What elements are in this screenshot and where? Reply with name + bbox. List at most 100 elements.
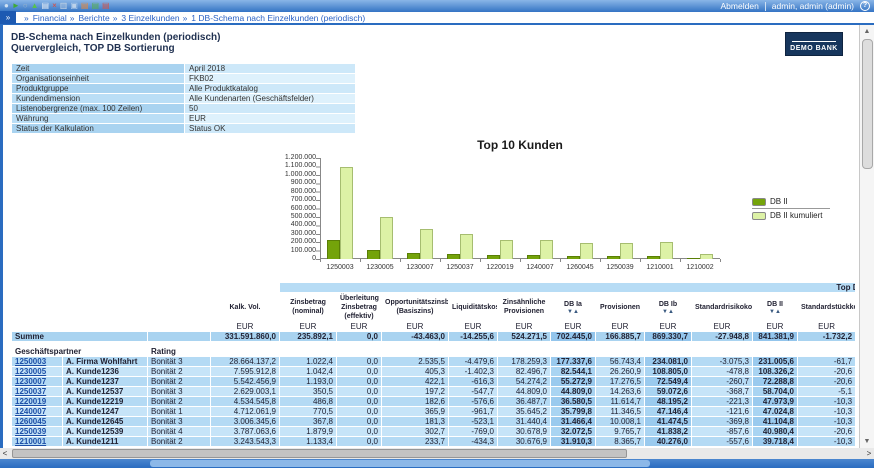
sidebar-toggle-button[interactable]: » [0,11,16,24]
partner-id-link[interactable]: 1210001 [15,437,46,446]
value-cell: 59.072,6 [645,387,691,396]
unit-label: EUR [382,322,448,331]
bar-db2-kumuliert [700,254,713,259]
sort-icon[interactable]: ▼▲ [756,309,794,315]
units-row: EUREUREUREUREUREUREUREUREUREUREUREUR [12,322,855,331]
partner-id-link[interactable]: 1240007 [15,407,46,416]
partner-id-link[interactable]: 1230007 [15,377,46,386]
table-row: 1230007A. Kunde1237Bonität 25.542.456,91… [12,377,855,386]
bar-group [560,158,600,259]
sort-icon[interactable]: ▼▲ [554,309,592,315]
horizontal-scrollbar-thumb[interactable] [12,449,627,458]
column-header[interactable]: DB Ib▼▲ [645,293,691,321]
edit-icon[interactable]: ▤ [42,1,50,11]
breadcrumb-item[interactable]: 3 Einzelkunden [121,13,179,23]
x-axis-label: 1250039 [600,264,640,271]
window-scrollbar-thumb[interactable] [150,460,650,467]
export-csv-icon[interactable]: ▤ [102,1,110,11]
search-icon[interactable]: ○ [23,1,28,11]
breadcrumb: »Financial»Berichte»3 Einzelkunden»1 DB-… [16,13,365,23]
export-pdf-icon[interactable]: ▤ [81,1,89,11]
bar-db2 [487,255,500,259]
partner-id-cell: 1230005 [12,367,62,376]
value-cell: 0,0 [337,417,381,426]
sum-value: -1.732,2 [798,332,855,341]
horizontal-scrollbar[interactable]: < > [0,448,874,459]
scroll-right-icon[interactable]: > [864,448,874,459]
user-label: admin, admin (admin) [772,1,854,11]
value-cell: 486,8 [280,397,336,406]
value-cell: 17.276,5 [596,377,644,386]
report-titles: DB-Schema nach Einzelkunden (periodisch)… [11,32,220,54]
x-axis-labels: 1250003123000512300071250037122001912400… [320,264,720,271]
bar-db2 [527,255,540,259]
scroll-up-icon[interactable]: ▲ [864,25,871,36]
sum-value: 869.330,7 [645,332,691,341]
partner-name-cell: A. Kunde1236 [63,367,147,376]
menu-icon[interactable]: ● [4,1,9,11]
rating-cell: Bonität 3 [148,387,210,396]
partner-id-link[interactable]: 1250003 [15,357,46,366]
bar-db2-kumuliert [660,242,673,259]
partner-id-link[interactable]: 1260045 [15,417,46,426]
partner-id-link[interactable]: 1250037 [15,387,46,396]
bar-db2 [367,250,380,259]
run-report-icon[interactable]: ► [12,1,20,11]
rating-cell: Bonität 2 [148,437,210,446]
x-axis-label: 1210001 [640,264,680,271]
value-cell: 234.081,0 [645,357,691,366]
bar-group [320,158,360,259]
vertical-scrollbar[interactable]: ▲ ▼ [859,25,874,448]
y-axis-label: 300.000 [270,230,316,238]
horizontal-scrollbar-track[interactable] [10,448,864,459]
export-excel-icon[interactable]: ▤ [91,1,99,11]
column-header[interactable]: DB II▼▲ [753,293,797,321]
partner-id-cell: 1250039 [12,427,62,436]
legend-item: DB II kumuliert [752,211,830,220]
bar-db2-kumuliert [580,243,593,259]
table-row: 1220019A. Kunde12219Bonität 24.534.545,8… [12,397,855,406]
bar-db2-kumuliert [420,229,433,259]
partner-id-link[interactable]: 1250039 [15,427,46,436]
breadcrumb-item[interactable]: Berichte [79,13,110,23]
partner-id-cell: 1230007 [12,377,62,386]
view-icon[interactable]: ▥ [60,1,68,11]
sort-icon[interactable]: ▼▲ [648,309,688,315]
column-header[interactable]: DB Ia▼▲ [551,293,595,321]
breadcrumb-item[interactable]: 1 DB-Schema nach Einzelkunden (periodisc… [191,13,365,23]
column-header: Standardrisikokosten [692,293,752,321]
spacer-cell [12,342,855,346]
partner-id-link[interactable]: 1220019 [15,397,46,406]
value-cell: 31.440,4 [498,417,550,426]
value-cell: -221,3 [692,397,752,406]
table-row: 1230005A. Kunde1236Bonität 27.595.912,81… [12,367,855,376]
partner-name-cell: A. Firma Wohlfahrt [63,357,147,366]
value-cell: 0,0 [337,387,381,396]
parameter-label: Listenobergrenze (max. 100 Zeilen) [12,104,184,113]
copy-icon[interactable]: ▣ [70,1,78,11]
help-icon[interactable]: ? [860,1,870,11]
bar-db2 [647,256,660,259]
scroll-down-icon[interactable]: ▼ [864,435,871,448]
partner-id-link[interactable]: 1230005 [15,367,46,376]
value-cell: 177.337,6 [551,357,595,366]
window-scrollbar[interactable] [0,459,874,468]
value-cell: 30.676,9 [498,437,550,446]
vertical-scrollbar-thumb[interactable] [862,39,873,169]
sum-value: 331.591.860,0 [211,332,279,341]
column-header: Zinsähnliche Provisionen [498,293,550,321]
value-cell: 1.193,0 [280,377,336,386]
unit-label: EUR [280,322,336,331]
value-cell: 7.595.912,8 [211,367,279,376]
sub-header-empty [211,347,855,356]
scroll-left-icon[interactable]: < [0,448,10,459]
value-cell: -20,6 [798,367,855,376]
breadcrumb-item[interactable]: Financial [33,13,67,23]
value-cell: 770,5 [280,407,336,416]
value-cell: 0,0 [337,427,381,436]
unit-label: EUR [498,322,550,331]
delete-icon[interactable]: × [52,1,57,11]
import-icon[interactable]: ▲ [31,1,39,11]
legend-label: DB II kumuliert [770,211,822,220]
logout-link[interactable]: Abmelden [721,1,759,11]
